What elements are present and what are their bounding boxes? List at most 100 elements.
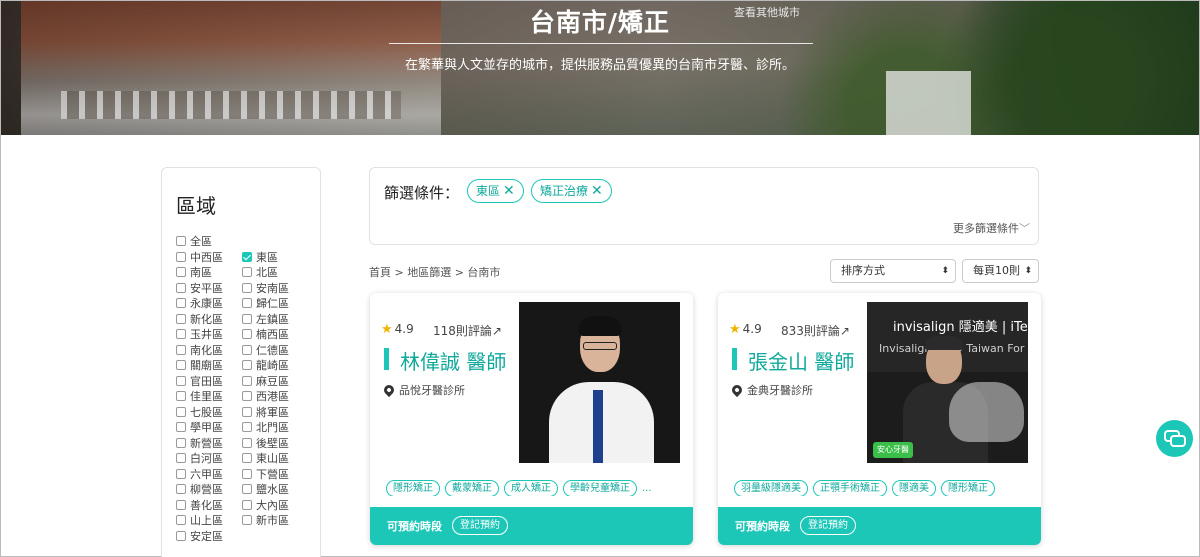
- close-icon[interactable]: ✕: [503, 180, 515, 202]
- district-checkbox[interactable]: [176, 422, 186, 432]
- doctor-name[interactable]: 林偉誠 醫師: [400, 346, 506, 375]
- district-checkbox[interactable]: [176, 344, 186, 355]
- doctor-photo[interactable]: invisalign 隱適美 | iTe Invisalign 2019 Tai…: [867, 302, 1028, 463]
- district-checkbox[interactable]: [242, 298, 252, 308]
- district-checkbox[interactable]: [242, 360, 252, 370]
- district-option[interactable]: 東山區: [242, 452, 289, 466]
- district-checkbox[interactable]: [176, 375, 186, 386]
- district-option[interactable]: 學甲區: [176, 421, 223, 435]
- sort-select[interactable]: 排序方式 ⬍: [830, 259, 956, 283]
- district-checkbox[interactable]: [176, 530, 186, 541]
- district-option[interactable]: 麻豆區: [242, 375, 289, 389]
- district-option[interactable]: 西港區: [242, 390, 289, 404]
- other-city-link[interactable]: 查看其他城市: [734, 4, 800, 20]
- district-checkbox[interactable]: [242, 329, 252, 339]
- district-option[interactable]: 北區: [242, 266, 278, 280]
- district-option[interactable]: 官田區: [176, 375, 223, 389]
- district-option[interactable]: 六甲區: [176, 468, 223, 482]
- doctor-card[interactable]: ★ 4.9 118則評論↗ 林偉誠 醫師 品悅牙醫診所 隱形矯正 戴蒙矯正 成人矯正學…: [370, 293, 693, 545]
- district-option[interactable]: 新營區: [176, 437, 223, 451]
- district-checkbox[interactable]: [242, 406, 252, 417]
- review-count-link[interactable]: 118則評論↗: [433, 322, 502, 339]
- district-checkbox[interactable]: [176, 251, 186, 262]
- treatment-tag[interactable]: 羽量級隱適美: [734, 480, 808, 496]
- district-checkbox[interactable]: [176, 406, 186, 417]
- treatment-tag[interactable]: 隱形矯正: [386, 480, 440, 496]
- district-checkbox[interactable]: [242, 422, 252, 432]
- district-checkbox[interactable]: [176, 298, 186, 308]
- district-option[interactable]: 安定區: [176, 530, 223, 544]
- district-option[interactable]: 關廟區: [176, 359, 223, 373]
- doctor-name[interactable]: 張金山 醫師: [748, 346, 854, 375]
- district-option[interactable]: 下營區: [242, 468, 289, 482]
- district-checkbox[interactable]: [242, 313, 252, 324]
- close-icon[interactable]: ✕: [591, 180, 603, 202]
- district-option[interactable]: 新化區: [176, 313, 223, 327]
- district-option[interactable]: 將軍區: [242, 406, 289, 420]
- district-checkbox[interactable]: [242, 391, 252, 401]
- district-option[interactable]: 永康區: [176, 297, 223, 311]
- district-option[interactable]: 歸仁區: [242, 297, 289, 311]
- district-option[interactable]: 南區: [176, 266, 212, 280]
- district-checkbox[interactable]: [176, 391, 186, 401]
- district-option[interactable]: 玉井區: [176, 328, 223, 342]
- treatment-tag[interactable]: 隱形矯正: [941, 480, 995, 496]
- district-option[interactable]: 大內區: [242, 499, 289, 513]
- clinic-name[interactable]: 品悅牙醫診所: [399, 384, 465, 397]
- treatment-tag[interactable]: 學齡兒童矯正: [563, 480, 637, 496]
- district-checkbox[interactable]: [176, 499, 186, 510]
- district-checkbox[interactable]: [242, 251, 252, 262]
- district-option[interactable]: 白河區: [176, 452, 223, 466]
- clinic-name[interactable]: 金典牙醫診所: [747, 384, 813, 397]
- district-checkbox[interactable]: [176, 282, 186, 293]
- district-checkbox[interactable]: [176, 267, 186, 277]
- district-option[interactable]: 南化區: [176, 344, 223, 358]
- book-appointment-button[interactable]: 登記預約: [452, 516, 508, 535]
- more-filters-link[interactable]: 更多篩選條件﹀: [953, 220, 1030, 236]
- breadcrumb[interactable]: 首頁 > 地區篩選 > 台南市: [369, 264, 500, 280]
- review-count-link[interactable]: 833則評論↗: [781, 322, 850, 339]
- district-checkbox[interactable]: [242, 375, 252, 386]
- treatment-tag[interactable]: 戴蒙矯正: [445, 480, 499, 496]
- book-appointment-button[interactable]: 登記預約: [800, 516, 856, 535]
- district-option[interactable]: 楠西區: [242, 328, 289, 342]
- district-checkbox[interactable]: [242, 344, 252, 355]
- district-checkbox[interactable]: [176, 360, 186, 370]
- district-checkbox[interactable]: [176, 236, 186, 246]
- district-option[interactable]: 鹽水區: [242, 483, 289, 497]
- district-option[interactable]: 東區: [242, 251, 278, 265]
- district-option[interactable]: 柳營區: [176, 483, 223, 497]
- district-checkbox[interactable]: [176, 313, 186, 324]
- district-option[interactable]: 新市區: [242, 514, 289, 528]
- district-option[interactable]: 北門區: [242, 421, 289, 435]
- district-option[interactable]: 中西區: [176, 251, 223, 265]
- district-checkbox[interactable]: [176, 453, 186, 463]
- filter-chip-district[interactable]: 東區 ✕: [467, 179, 524, 203]
- treatment-tag[interactable]: 成人矯正: [504, 480, 558, 496]
- district-option[interactable]: 仁德區: [242, 344, 289, 358]
- treatment-tag[interactable]: 隱適美: [892, 480, 936, 496]
- district-option[interactable]: 龍崎區: [242, 359, 289, 373]
- district-checkbox[interactable]: [176, 437, 186, 448]
- district-checkbox[interactable]: [242, 453, 252, 463]
- district-checkbox[interactable]: [176, 484, 186, 494]
- district-option[interactable]: 左鎮區: [242, 313, 289, 327]
- district-checkbox[interactable]: [242, 499, 252, 510]
- district-checkbox[interactable]: [242, 515, 252, 525]
- district-option[interactable]: 安南區: [242, 282, 289, 296]
- filter-chip-treatment[interactable]: 矯正治療 ✕: [531, 179, 612, 203]
- district-option[interactable]: 後壁區: [242, 437, 289, 451]
- district-option[interactable]: 善化區: [176, 499, 223, 513]
- doctor-card[interactable]: ★ 4.9 833則評論↗ 張金山 醫師 金典牙醫診所 invisalign 隱適…: [718, 293, 1041, 545]
- doctor-photo[interactable]: [519, 302, 680, 463]
- district-checkbox[interactable]: [176, 468, 186, 479]
- district-checkbox[interactable]: [176, 515, 186, 525]
- district-option[interactable]: 山上區: [176, 514, 223, 528]
- treatment-tag[interactable]: 正顎手術矯正: [813, 480, 887, 496]
- district-checkbox[interactable]: [176, 329, 186, 339]
- district-checkbox[interactable]: [242, 267, 252, 277]
- district-option[interactable]: 全區: [176, 235, 212, 249]
- district-option[interactable]: 安平區: [176, 282, 223, 296]
- district-option[interactable]: 七股區: [176, 406, 223, 420]
- chat-icon[interactable]: [1156, 420, 1193, 457]
